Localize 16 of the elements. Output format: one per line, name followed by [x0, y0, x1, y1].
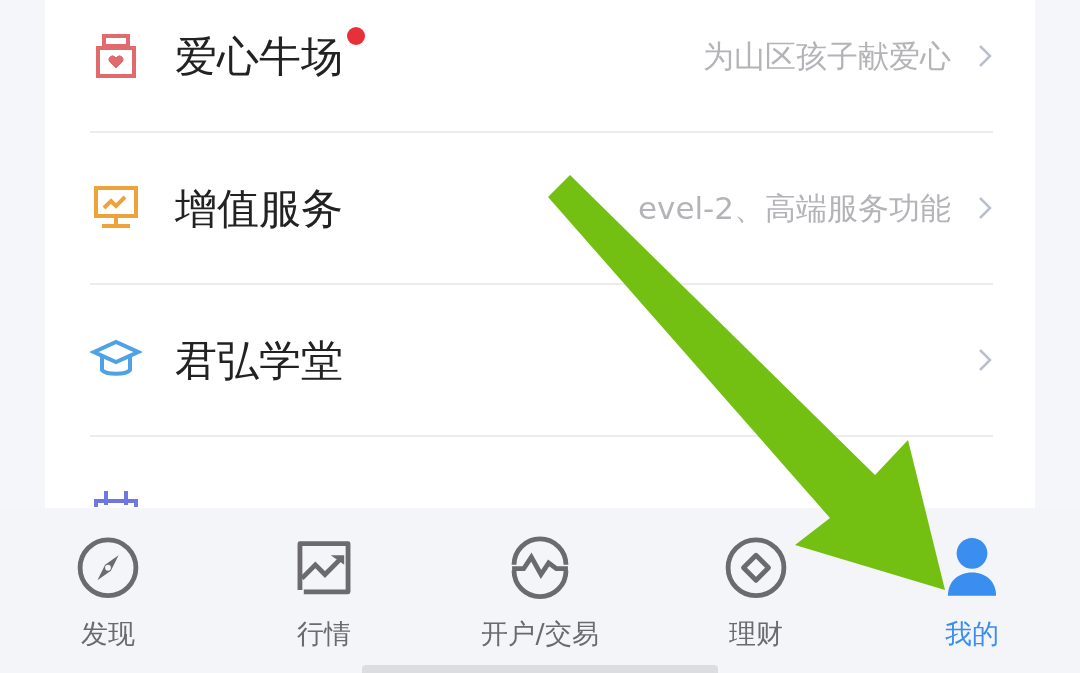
menu-row[interactable]: 爱心牛场 为山区孩子献爱心: [90, 0, 993, 133]
menu-subtitle: 为山区孩子献爱心: [703, 36, 951, 76]
tab-button[interactable]: 理财: [648, 536, 864, 654]
menu-title: 爱心牛场: [175, 24, 343, 88]
tab-button[interactable]: 开户/交易: [432, 536, 648, 654]
diamond-circle-icon: [723, 536, 789, 600]
menu-title: 君弘学堂: [175, 334, 343, 387]
chevron-icon: [977, 347, 993, 373]
menu-subtitle: evel-2、高端服务功能: [638, 188, 951, 228]
menu-title: 增值服务: [175, 182, 343, 235]
compass-icon: [75, 536, 141, 600]
tab-button[interactable]: 发现: [0, 536, 216, 654]
chevron-icon: [977, 195, 993, 221]
chevron-icon: [977, 43, 993, 69]
tab-button[interactable]: 行情: [216, 536, 432, 654]
tab-button[interactable]: 我的: [864, 536, 1080, 654]
